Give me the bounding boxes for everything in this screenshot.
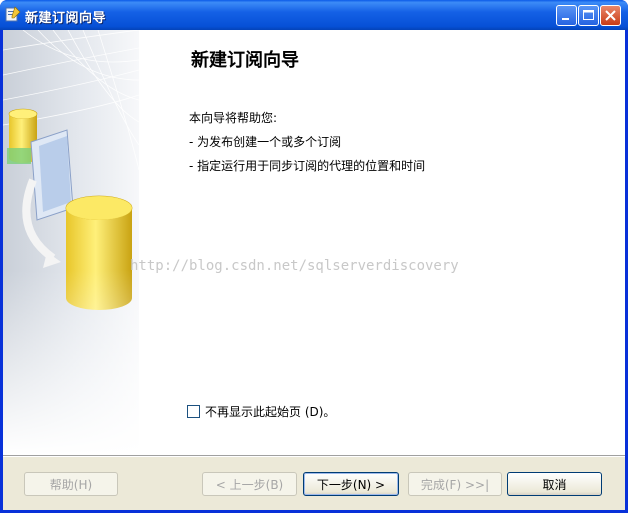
window-title: 新建订阅向导 <box>25 11 107 26</box>
database-illustration <box>3 30 139 455</box>
page-title: 新建订阅向导 <box>191 50 299 71</box>
minimize-icon <box>562 18 569 20</box>
back-button[interactable]: < 上一步(B) <box>202 472 297 496</box>
bullet-item: - 为发布创建一个或多个订阅 <box>189 135 342 149</box>
wizard-client-area: 新建订阅向导 本向导将帮助您: - 为发布创建一个或多个订阅 - 指定运行用于同… <box>3 30 625 510</box>
cancel-button[interactable]: 取消 <box>507 472 602 496</box>
wizard-side-graphic <box>3 30 139 455</box>
wizard-footer: 帮助(H) < 上一步(B) 下一步(N) > 完成(F) >>| 取消 <box>3 457 625 510</box>
next-button[interactable]: 下一步(N) > <box>303 472 399 496</box>
finish-button[interactable]: 完成(F) >>| <box>408 472 502 496</box>
close-button[interactable] <box>600 5 621 26</box>
close-icon <box>605 10 616 21</box>
maximize-icon <box>583 10 594 20</box>
hide-start-page-label: 不再显示此起始页 (D)。 <box>205 404 336 419</box>
bullet-item: - 指定运行用于同步订阅的代理的位置和时间 <box>189 159 426 173</box>
maximize-button[interactable] <box>578 5 599 26</box>
hide-start-page-option[interactable]: 不再显示此起始页 (D)。 <box>187 403 335 419</box>
wizard-app-icon <box>5 6 21 22</box>
watermark-text: http://blog.csdn.net/sqlserverdiscovery <box>130 258 459 274</box>
help-button[interactable]: 帮助(H) <box>24 472 118 496</box>
wizard-window: 新建订阅向导 新建订阅向导 本向导将帮助您: - 为发布创建一个或多个订阅 - … <box>0 0 628 513</box>
minimize-button[interactable] <box>556 5 577 26</box>
intro-text: 本向导将帮助您: <box>189 111 278 125</box>
title-bar[interactable]: 新建订阅向导 <box>0 0 628 30</box>
hide-start-page-checkbox[interactable] <box>187 404 200 418</box>
